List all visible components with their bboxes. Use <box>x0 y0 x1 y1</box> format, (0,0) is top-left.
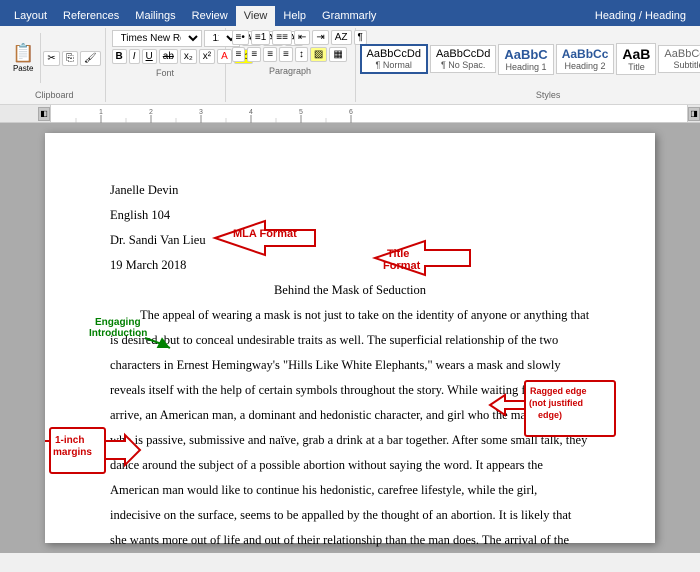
font-group-2: Times New Roman 12 A↑ A↓ Aₓ B I U ab x₂ … <box>106 28 226 102</box>
doc-title: Behind the Mask of Seduction <box>110 278 590 303</box>
superscript-button[interactable]: x² <box>199 49 215 64</box>
doc-area: Janelle Devin English 104 Dr. Sandi Van … <box>0 123 700 553</box>
paragraph-group: ≡• ≡1 ≡≡ ⇤ ⇥ AZ ¶ ≡ ≡ ≡ ≡ ↕ ▨ ▦ Paragrap… <box>226 28 356 102</box>
styles-label: Styles <box>360 88 700 100</box>
align-center-button[interactable]: ≡ <box>247 47 261 62</box>
shading-button[interactable]: ▨ <box>310 47 327 62</box>
doc-date: 19 March 2018 <box>110 253 590 278</box>
multilevel-button[interactable]: ≡≡ <box>272 30 292 45</box>
underline-button[interactable]: U <box>142 49 157 64</box>
svg-text:2: 2 <box>149 109 153 116</box>
svg-text:4: 4 <box>249 109 253 116</box>
strikethrough-button[interactable]: ab <box>159 49 178 64</box>
svg-text:margins: margins <box>53 447 92 458</box>
font-group: 📋 Paste ✂ ⎘ 🖌 Clipboard <box>4 28 106 102</box>
tab-grammarly[interactable]: Grammarly <box>314 6 384 26</box>
cut-button[interactable]: ✂ <box>43 51 59 66</box>
svg-text:5: 5 <box>299 109 303 116</box>
ruler: ◧ 1 2 3 4 5 6 ◨ <box>0 105 700 123</box>
style-no-space[interactable]: AaBbCcDd ¶ No Spac. <box>430 45 496 73</box>
svg-text:1-inch: 1-inch <box>55 435 84 446</box>
tab-review[interactable]: Review <box>184 6 236 26</box>
bullets-button[interactable]: ≡• <box>232 30 249 45</box>
class-name: English 104 <box>110 203 590 228</box>
paste-button[interactable]: 📋 Paste <box>8 41 38 75</box>
heading-breadcrumb: Heading / Heading <box>587 6 694 26</box>
align-right-button[interactable]: ≡ <box>263 47 277 62</box>
clipboard-label: Clipboard <box>8 88 101 100</box>
bold-button[interactable]: B <box>112 49 127 64</box>
tab-view[interactable]: View <box>236 6 276 26</box>
borders-button[interactable]: ▦ <box>329 47 346 62</box>
styles-group: AaBbCcDd ¶ Normal AaBbCcDd ¶ No Spac. Aa… <box>356 28 700 102</box>
subscript-button[interactable]: x₂ <box>180 49 197 64</box>
ribbon-tabs-bar: Layout References Mailings Review View H… <box>0 0 700 26</box>
style-subtitle[interactable]: AaBbCcD Subtitle <box>658 45 700 73</box>
tab-mailings[interactable]: Mailings <box>127 6 183 26</box>
tab-layout[interactable]: Layout <box>6 6 55 26</box>
svg-text:6: 6 <box>349 109 353 116</box>
style-heading2[interactable]: AaBbCc Heading 2 <box>556 44 615 74</box>
sort-button[interactable]: AZ <box>331 30 352 45</box>
style-heading1[interactable]: AaBbC Heading 1 <box>498 44 553 75</box>
copy-button[interactable]: ⎘ <box>62 51 78 66</box>
tab-references[interactable]: References <box>55 6 127 26</box>
body-para-1: The appeal of wearing a mask is not just… <box>110 303 590 553</box>
author-name: Janelle Devin <box>110 178 590 203</box>
increase-indent-button[interactable]: ⇥ <box>312 30 328 45</box>
style-title[interactable]: AaB Title <box>616 43 656 75</box>
decrease-indent-button[interactable]: ⇤ <box>294 30 310 45</box>
doc-body[interactable]: The appeal of wearing a mask is not just… <box>110 303 590 553</box>
align-left-button[interactable]: ≡ <box>232 47 246 62</box>
font-name-selector[interactable]: Times New Roman <box>112 30 202 47</box>
doc-page: Janelle Devin English 104 Dr. Sandi Van … <box>45 133 655 543</box>
doc-header: Janelle Devin English 104 Dr. Sandi Van … <box>110 178 590 278</box>
line-spacing-button[interactable]: ↕ <box>295 47 308 62</box>
style-normal[interactable]: AaBbCcDd ¶ Normal <box>360 44 428 74</box>
ribbon-content: 📋 Paste ✂ ⎘ 🖌 Clipboard Times New Roman <box>0 26 700 105</box>
format-painter-button[interactable]: 🖌 <box>80 51 101 66</box>
numbering-button[interactable]: ≡1 <box>251 30 270 45</box>
italic-button[interactable]: I <box>129 49 140 64</box>
justify-button[interactable]: ≡ <box>279 47 293 62</box>
paragraph-label: Paragraph <box>232 64 349 76</box>
font-label: Font <box>112 66 219 78</box>
tab-help[interactable]: Help <box>275 6 314 26</box>
svg-text:3: 3 <box>199 109 203 116</box>
svg-text:1: 1 <box>99 109 103 116</box>
professor-name: Dr. Sandi Van Lieu <box>110 228 590 253</box>
